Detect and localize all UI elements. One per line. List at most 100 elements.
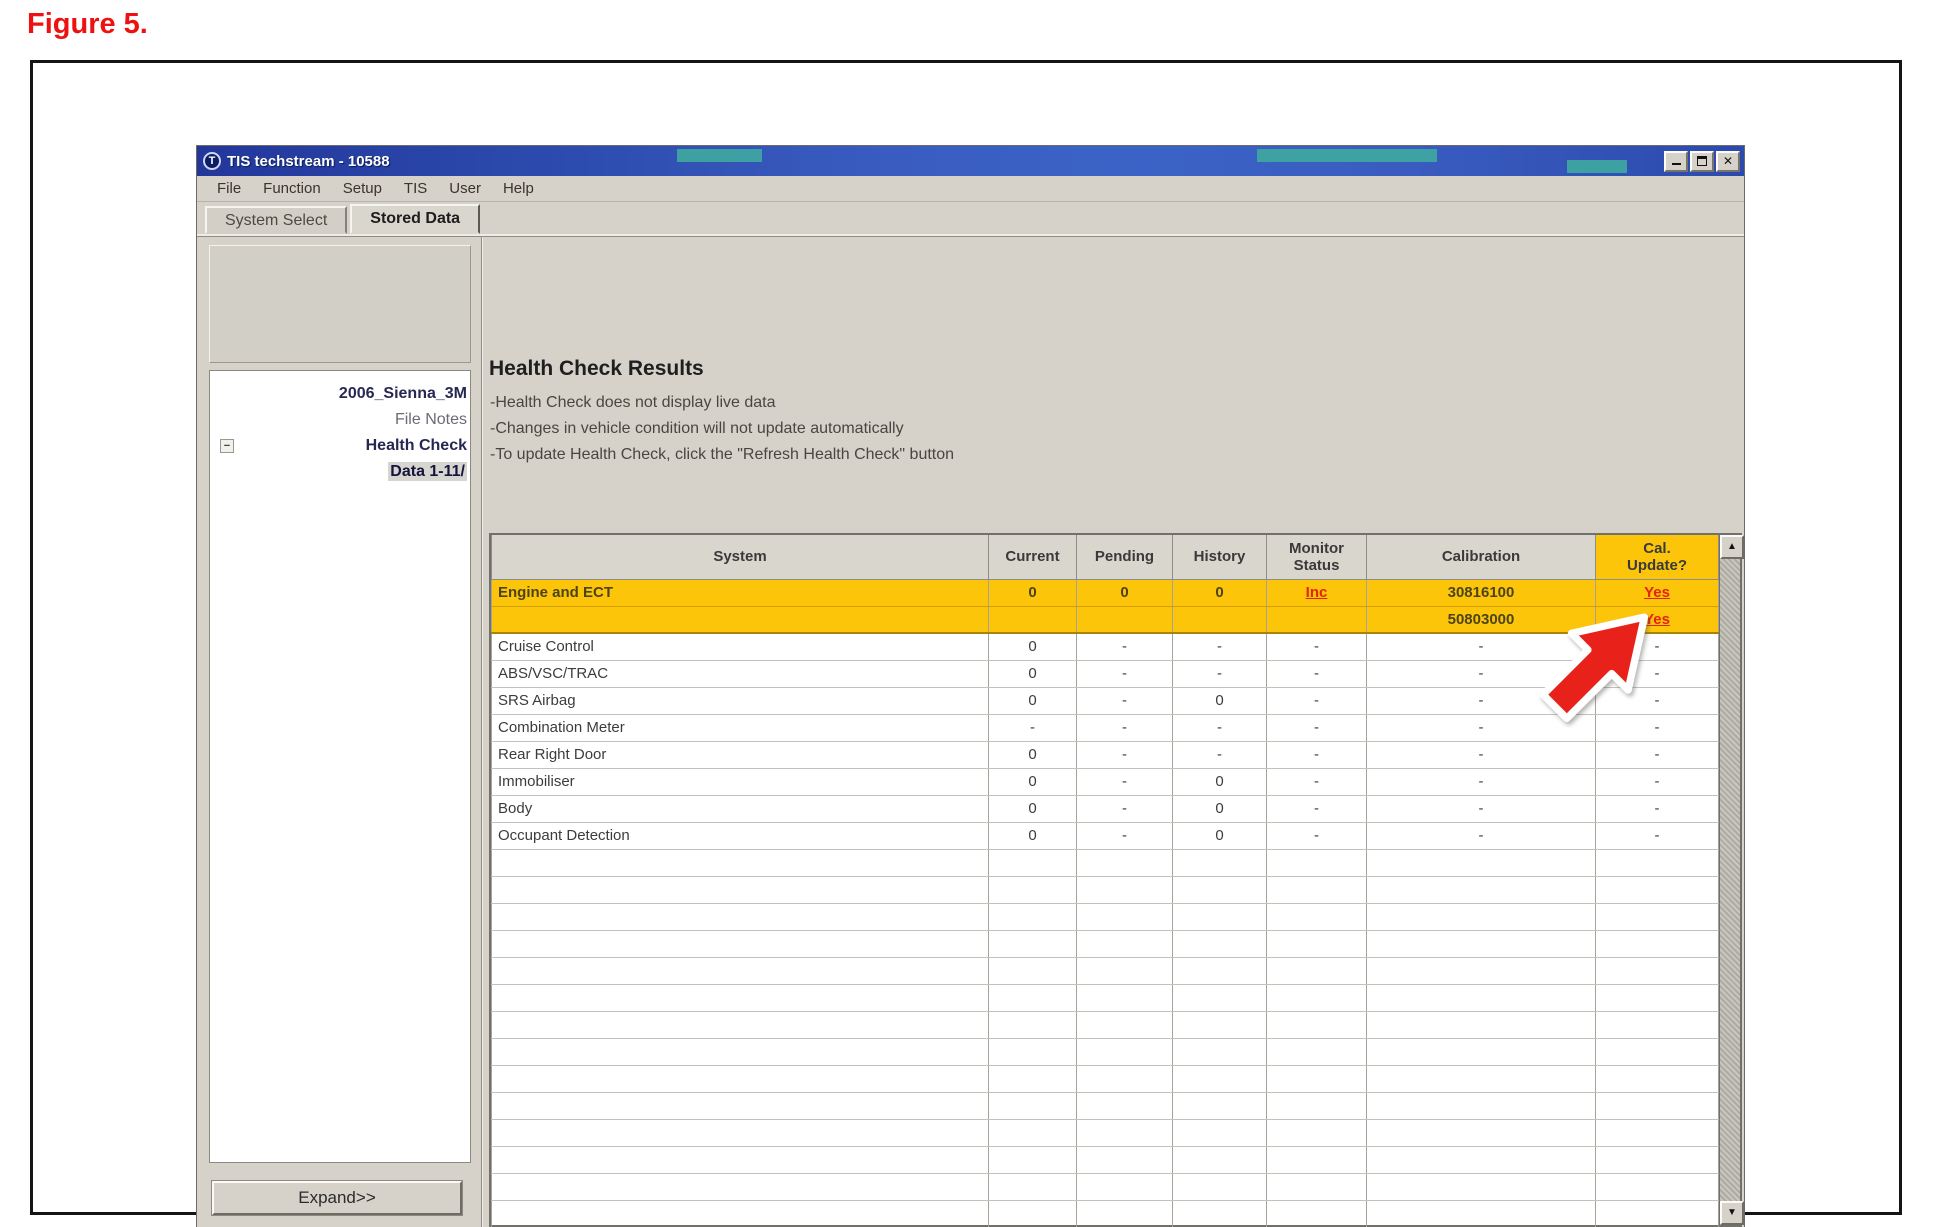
cell-pending <box>1077 1119 1173 1146</box>
cell-pending <box>1077 930 1173 957</box>
scroll-down-button[interactable]: ▼ <box>1720 1201 1744 1225</box>
cell-history: 0 <box>1173 822 1267 849</box>
table-row-empty <box>492 1065 1719 1092</box>
cell-monitor: - <box>1267 714 1367 741</box>
cell-pending <box>1077 606 1173 633</box>
cell-pending <box>1077 849 1173 876</box>
cell-system <box>492 957 989 984</box>
cell-calibration: - <box>1367 795 1596 822</box>
expand-button[interactable]: Expand>> <box>212 1181 462 1215</box>
tree-item-file-notes[interactable]: File Notes <box>210 407 470 433</box>
cell-current <box>989 1119 1077 1146</box>
cell-monitor: - <box>1267 660 1367 687</box>
column-header-system: System <box>492 535 989 579</box>
cell-monitor: - <box>1267 768 1367 795</box>
cell-pending: - <box>1077 714 1173 741</box>
cell-system <box>492 1092 989 1119</box>
tab-stored-data[interactable]: Stored Data <box>350 204 480 234</box>
cell-pending <box>1077 1173 1173 1200</box>
monitor-status-link[interactable]: Inc <box>1306 584 1328 601</box>
cell-monitor <box>1267 1011 1367 1038</box>
cell-history <box>1173 984 1267 1011</box>
cell-monitor: - <box>1267 822 1367 849</box>
cell-history <box>1173 1011 1267 1038</box>
cell-history <box>1173 1092 1267 1119</box>
cell-history: - <box>1173 714 1267 741</box>
cell-calibration <box>1367 1146 1596 1173</box>
cell-history <box>1173 903 1267 930</box>
column-header-cal-update-: Cal. Update? <box>1596 535 1719 579</box>
cell-current <box>989 1011 1077 1038</box>
cell-system: Rear Right Door <box>492 741 989 768</box>
cell-current <box>989 984 1077 1011</box>
cell-system <box>492 1173 989 1200</box>
cell-current: 0 <box>989 795 1077 822</box>
cell-cal_update <box>1596 1200 1719 1227</box>
cell-calibration <box>1367 1119 1596 1146</box>
cell-pending: - <box>1077 687 1173 714</box>
table-scrollbar[interactable]: ▲ ▼ <box>1719 535 1740 1225</box>
cell-system <box>492 1065 989 1092</box>
titlebar: T TIS techstream - 10588 ✕ <box>197 146 1744 176</box>
tree-item-label: Health Check <box>366 437 467 454</box>
cell-system <box>492 1011 989 1038</box>
menu-item-setup[interactable]: Setup <box>333 178 392 199</box>
cell-cal_update: - <box>1596 795 1719 822</box>
cell-system <box>492 606 989 633</box>
table-row-empty <box>492 1200 1719 1227</box>
health-check-notes: -Health Check does not display live data… <box>490 390 954 468</box>
cell-history: 0 <box>1173 579 1267 606</box>
cell-monitor <box>1267 1065 1367 1092</box>
cell-pending <box>1077 1065 1173 1092</box>
menu-item-file[interactable]: File <box>207 178 251 199</box>
cell-pending: - <box>1077 768 1173 795</box>
cell-history <box>1173 1146 1267 1173</box>
tree-item-label: 2006_Sienna_3M <box>339 385 467 402</box>
cell-history <box>1173 930 1267 957</box>
cell-pending: - <box>1077 795 1173 822</box>
tree-item-health-check[interactable]: − Health Check <box>210 433 470 459</box>
cell-cal_update <box>1596 1011 1719 1038</box>
cell-monitor: - <box>1267 795 1367 822</box>
cell-current <box>989 849 1077 876</box>
cell-system: Immobiliser <box>492 768 989 795</box>
cell-system <box>492 849 989 876</box>
page-title: Health Check Results <box>489 357 704 381</box>
scroll-up-button[interactable]: ▲ <box>1720 535 1744 559</box>
cell-monitor: - <box>1267 687 1367 714</box>
page: Figure 5. T TIS techstream - 10588 ✕ Fil… <box>0 0 1934 1227</box>
maximize-icon <box>1697 156 1707 166</box>
cell-history <box>1173 876 1267 903</box>
maximize-button[interactable] <box>1690 151 1714 172</box>
menu-item-user[interactable]: User <box>439 178 491 199</box>
cell-history: - <box>1173 660 1267 687</box>
cell-system: Body <box>492 795 989 822</box>
cell-calibration <box>1367 1200 1596 1227</box>
cell-system: Combination Meter <box>492 714 989 741</box>
tree-collapse-icon[interactable]: − <box>220 439 234 453</box>
app-logo-icon: T <box>203 152 221 170</box>
window-title: TIS techstream - 10588 <box>227 153 390 170</box>
tree-item-data-1-11-[interactable]: Data 1-11/ <box>210 459 470 485</box>
cell-calibration <box>1367 1065 1596 1092</box>
tree-item-2006-sienna-3m[interactable]: 2006_Sienna_3M <box>210 381 470 407</box>
close-icon: ✕ <box>1723 154 1733 168</box>
menu-item-help[interactable]: Help <box>493 178 544 199</box>
tab-system-select[interactable]: System Select <box>205 206 347 234</box>
file-tree-panel: 2006_Sienna_3M File Notes − Health Check Dat… <box>209 370 471 1163</box>
cell-monitor <box>1267 1200 1367 1227</box>
cell-current: 0 <box>989 579 1077 606</box>
cell-current <box>989 876 1077 903</box>
table-row-empty <box>492 876 1719 903</box>
minimize-button[interactable] <box>1664 151 1688 172</box>
menu-item-tis[interactable]: TIS <box>394 178 437 199</box>
minimize-icon <box>1672 153 1681 165</box>
close-button[interactable]: ✕ <box>1716 151 1740 172</box>
cell-current <box>989 1092 1077 1119</box>
cell-current: 0 <box>989 741 1077 768</box>
menu-item-function[interactable]: Function <box>253 178 331 199</box>
table-row-empty <box>492 1092 1719 1119</box>
tree-item-label: File Notes <box>395 411 467 428</box>
note-line: -Health Check does not display live data <box>490 390 954 416</box>
cell-history: 0 <box>1173 795 1267 822</box>
